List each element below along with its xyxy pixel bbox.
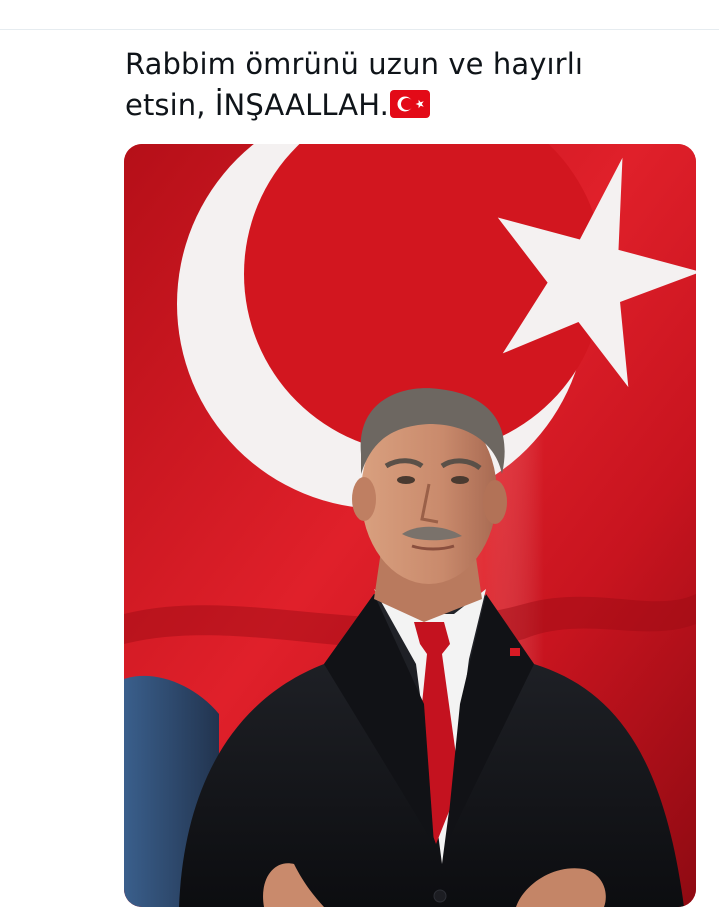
tweet-view: Rabbim ömrünü uzun ve hayırlı etsin, İNŞ…	[0, 0, 719, 918]
left-ear	[352, 477, 376, 521]
jacket-button	[433, 889, 447, 903]
photo-illustration	[124, 144, 696, 907]
divider	[0, 29, 719, 30]
tweet-text-line-2: etsin, İNŞAALLAH.	[125, 88, 389, 122]
turkish-flag-emoji-svg	[389, 90, 430, 118]
tweet-text-line-2-wrap: etsin, İNŞAALLAH.	[125, 85, 695, 129]
right-eye	[451, 476, 469, 484]
lapel-pin	[510, 648, 520, 656]
turkish-flag-emoji-icon	[389, 88, 430, 129]
tweet-photo[interactable]	[124, 144, 696, 907]
tweet-text: Rabbim ömrünü uzun ve hayırlı etsin, İNŞ…	[125, 44, 695, 129]
tweet-text-line-1: Rabbim ömrünü uzun ve hayırlı	[125, 47, 584, 81]
left-eye	[397, 476, 415, 484]
right-ear	[483, 480, 507, 524]
